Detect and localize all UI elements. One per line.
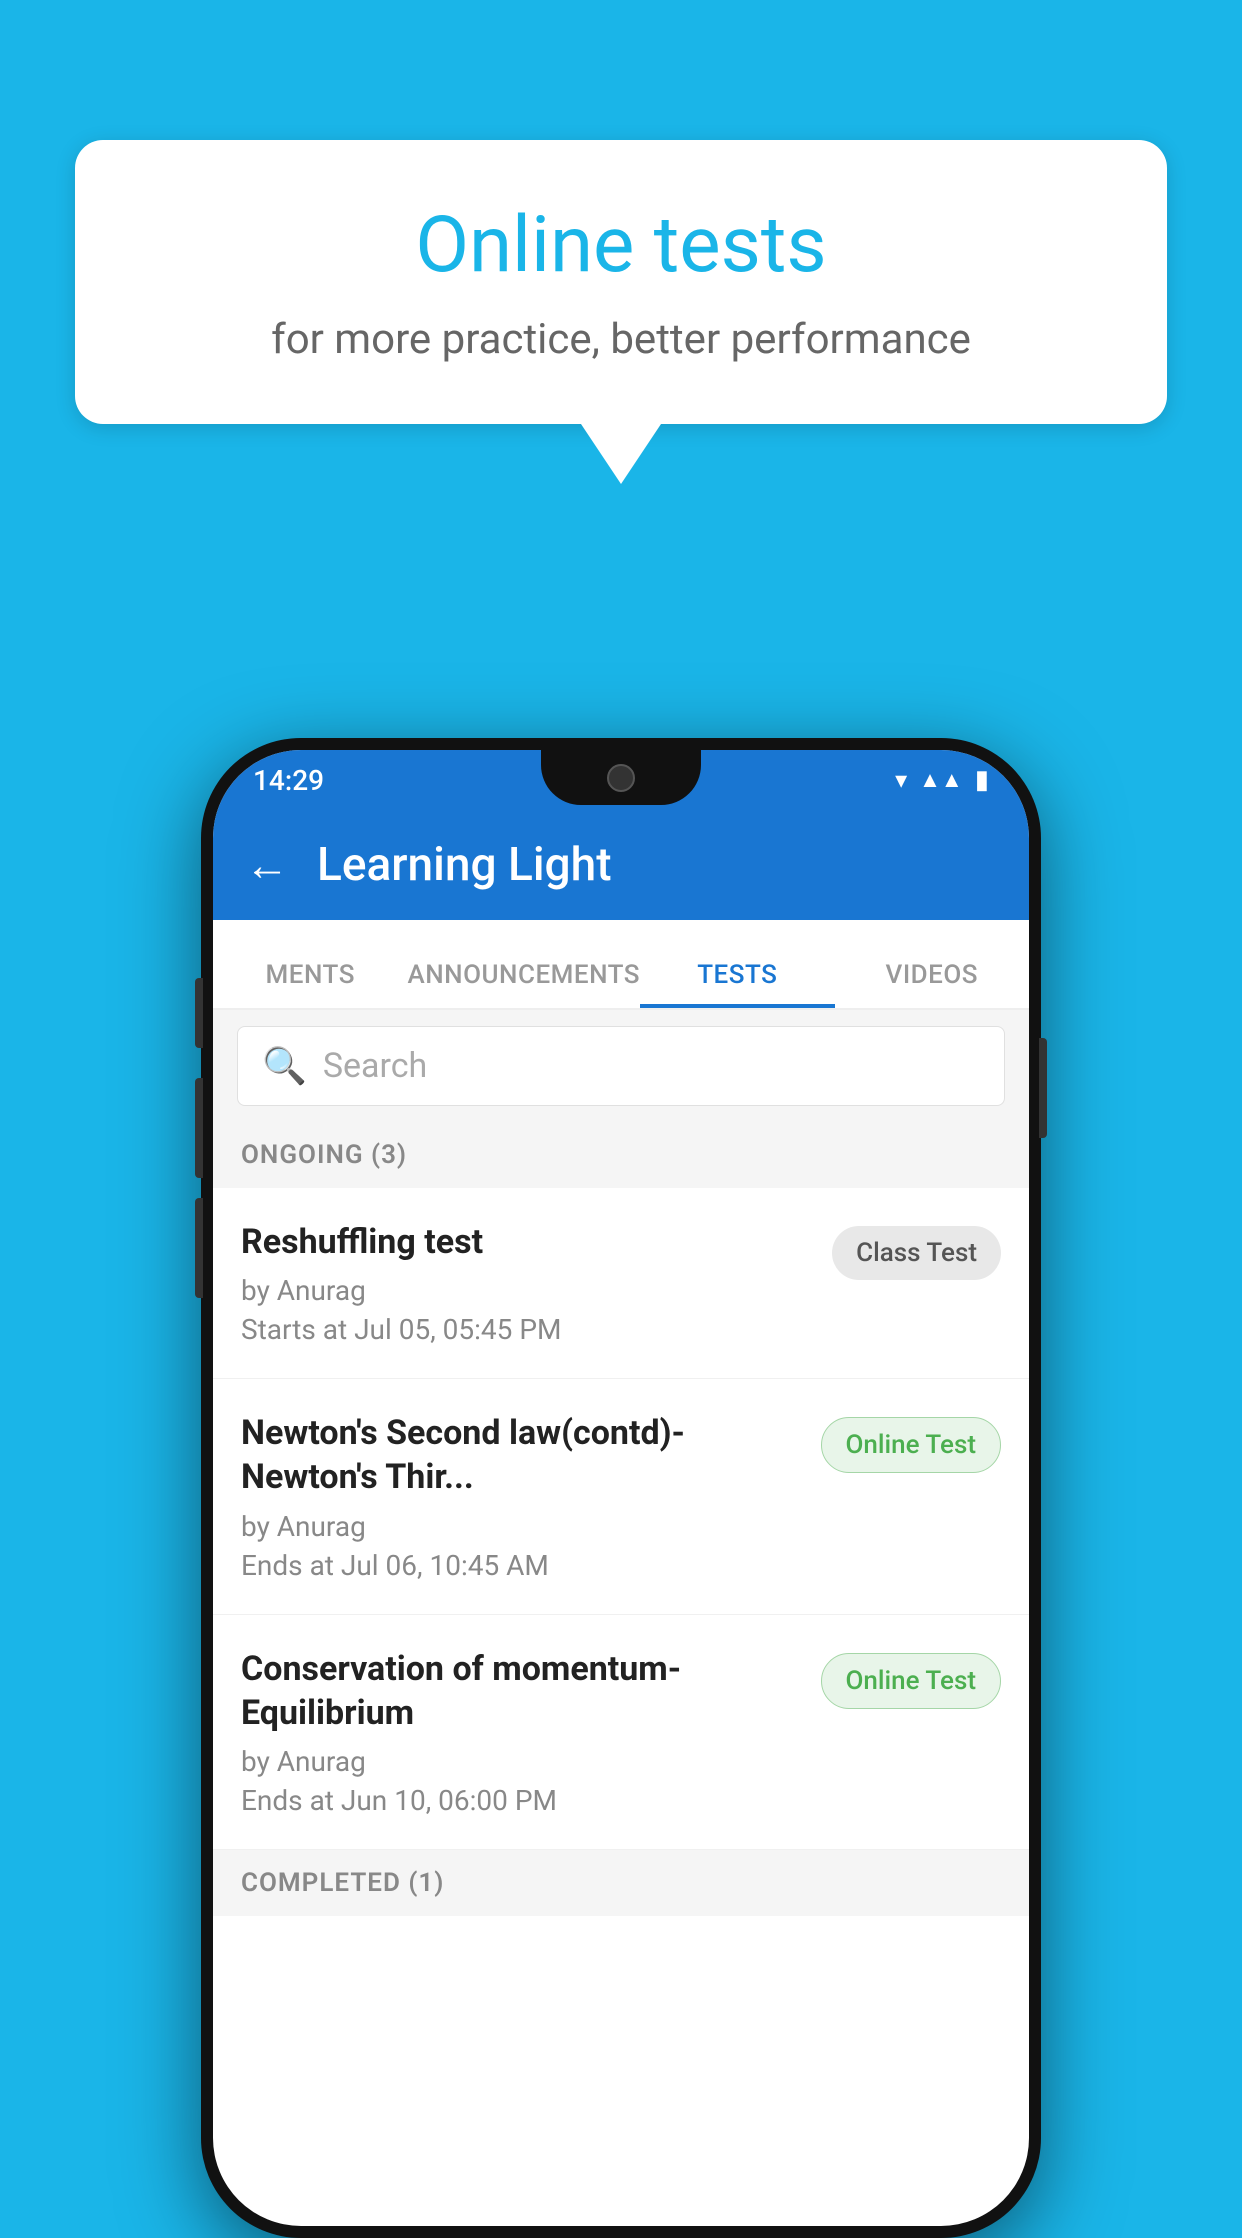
volume-down-button: [195, 1078, 203, 1178]
speech-bubble-container: Online tests for more practice, better p…: [75, 140, 1167, 484]
signal-icon: ▲▲: [919, 767, 963, 793]
front-camera: [607, 764, 635, 792]
search-placeholder: Search: [323, 1046, 427, 1086]
app-bar: ← Learning Light: [213, 810, 1029, 920]
completed-section-header: COMPLETED (1): [213, 1850, 1029, 1916]
volume-up-button: [195, 978, 203, 1048]
test-by-reshuffling: by Anurag: [241, 1274, 812, 1307]
search-container: 🔍 Search: [213, 1010, 1029, 1122]
ongoing-section-header: ONGOING (3): [213, 1122, 1029, 1188]
test-name-newtons: Newton's Second law(contd)-Newton's Thir…: [241, 1411, 801, 1499]
power-button: [1039, 1038, 1047, 1138]
phone-screen: 14:29 ▾ ▲▲ ▮ ← Learning Light MENTS ANNO…: [213, 750, 1029, 2226]
test-item-conservation[interactable]: Conservation of momentum-Equilibrium by …: [213, 1615, 1029, 1850]
tab-videos[interactable]: VIDEOS: [835, 960, 1029, 1008]
test-by-conservation: by Anurag: [241, 1745, 801, 1778]
test-name-reshuffling: Reshuffling test: [241, 1220, 812, 1264]
test-time-newtons: Ends at Jul 06, 10:45 AM: [241, 1549, 801, 1582]
tab-announcements[interactable]: ANNOUNCEMENTS: [407, 960, 640, 1008]
test-item-newtons[interactable]: Newton's Second law(contd)-Newton's Thir…: [213, 1379, 1029, 1614]
badge-online-test-conservation: Online Test: [821, 1653, 1002, 1709]
tab-ments[interactable]: MENTS: [213, 960, 407, 1008]
test-content-newtons: Newton's Second law(contd)-Newton's Thir…: [241, 1411, 801, 1581]
wifi-icon: ▾: [895, 766, 907, 794]
badge-class-test-reshuffling: Class Test: [832, 1226, 1001, 1280]
speech-bubble: Online tests for more practice, better p…: [75, 140, 1167, 424]
search-bar[interactable]: 🔍 Search: [237, 1026, 1005, 1106]
test-time-reshuffling: Starts at Jul 05, 05:45 PM: [241, 1313, 812, 1346]
test-list: Reshuffling test by Anurag Starts at Jul…: [213, 1188, 1029, 1850]
back-button[interactable]: ←: [245, 839, 289, 891]
app-bar-title: Learning Light: [317, 838, 612, 892]
test-content-conservation: Conservation of momentum-Equilibrium by …: [241, 1647, 801, 1817]
speech-bubble-subtitle: for more practice, better performance: [155, 315, 1087, 364]
speech-bubble-title: Online tests: [155, 200, 1087, 291]
phone-notch: [541, 750, 701, 805]
tab-tests[interactable]: TESTS: [640, 960, 834, 1008]
phone-frame: 14:29 ▾ ▲▲ ▮ ← Learning Light MENTS ANNO…: [201, 738, 1041, 2238]
silent-button: [195, 1198, 203, 1298]
test-content-reshuffling: Reshuffling test by Anurag Starts at Jul…: [241, 1220, 812, 1346]
test-by-newtons: by Anurag: [241, 1510, 801, 1543]
tabs-container: MENTS ANNOUNCEMENTS TESTS VIDEOS: [213, 920, 1029, 1010]
test-name-conservation: Conservation of momentum-Equilibrium: [241, 1647, 801, 1735]
status-time: 14:29: [253, 764, 324, 797]
battery-icon: ▮: [975, 765, 989, 795]
status-icons: ▾ ▲▲ ▮: [895, 765, 989, 795]
badge-online-test-newtons: Online Test: [821, 1417, 1002, 1473]
test-time-conservation: Ends at Jun 10, 06:00 PM: [241, 1784, 801, 1817]
search-icon: 🔍: [262, 1045, 307, 1087]
test-item-reshuffling[interactable]: Reshuffling test by Anurag Starts at Jul…: [213, 1188, 1029, 1379]
speech-bubble-arrow: [581, 424, 661, 484]
